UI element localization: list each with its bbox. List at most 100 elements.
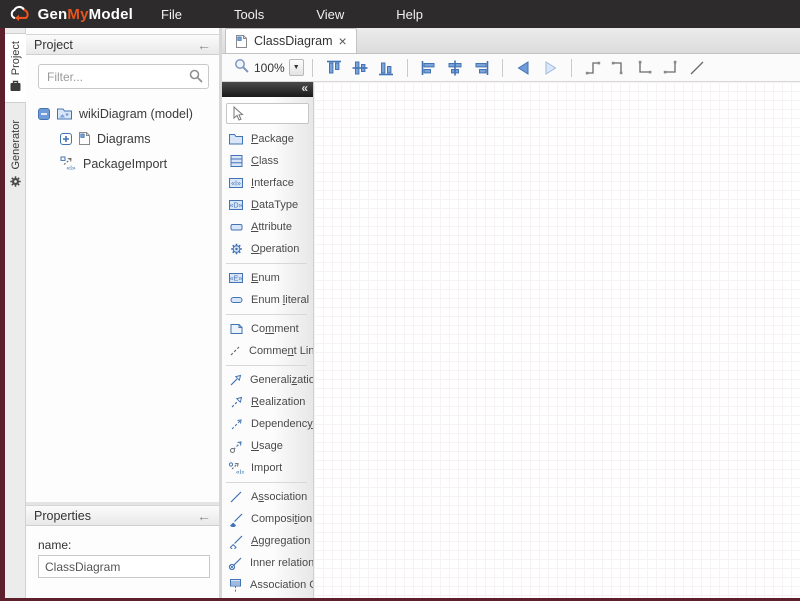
toolbar-separator (312, 59, 313, 77)
selection-tool-button[interactable] (226, 103, 309, 124)
topbar: GenMyModel File Tools View Help (0, 0, 800, 28)
import-icon: «I» (228, 461, 244, 475)
project-tree: wikiDiagram (model) Diagrams «I»PackageImp… (26, 93, 219, 502)
palette-collapse-button[interactable]: « (222, 82, 313, 97)
zoom-dropdown-button[interactable]: ▼ (289, 59, 304, 76)
enum-icon: «E» (228, 271, 244, 285)
palette-item-attribute[interactable]: Attribute (222, 216, 313, 238)
palette-item-label: Usage (251, 440, 283, 452)
tree-collapse-icon[interactable] (38, 108, 50, 120)
tree-node-label: Diagrams (97, 132, 151, 146)
palette-item-usage[interactable]: Usage (222, 435, 313, 457)
palette-item-datatype[interactable]: «D»DataType (222, 194, 313, 216)
interface-icon: «I» (228, 176, 244, 190)
editor-toolbar: 100% ▼ (222, 54, 800, 82)
usage-icon (228, 439, 244, 453)
palette-separator (226, 482, 307, 483)
palette-item-aggregation[interactable]: Aggregation (222, 530, 313, 552)
flip-right-icon[interactable] (539, 57, 561, 79)
diagram-file-icon (78, 131, 91, 146)
menu-tools[interactable]: Tools (234, 7, 264, 22)
palette-item-comment[interactable]: Comment (222, 318, 313, 340)
palette-item-dependency[interactable]: Dependency (222, 413, 313, 435)
inner-relation-icon (228, 556, 243, 571)
diagram-canvas[interactable] (314, 82, 800, 598)
logo-text: GenMyModel (38, 6, 133, 23)
tool-palette: « Package Class «I» Interface «D»DataTypeAtt… (222, 82, 314, 598)
palette-item-composition[interactable]: Composition (222, 508, 313, 530)
filter-input[interactable] (38, 64, 209, 89)
palette-item-inner-relation[interactable]: Inner relation (222, 552, 313, 574)
realization-icon (228, 395, 244, 409)
align-left-icon[interactable] (418, 57, 440, 79)
palette-item-label: Enum literal (251, 294, 309, 306)
diagram-tab-icon (235, 34, 248, 49)
palette-item-association-class[interactable]: Association Cl... (222, 574, 313, 596)
palette-item-label: Interface (251, 177, 294, 189)
palette-item-class[interactable]: Class (222, 150, 313, 172)
palette-item-realization[interactable]: Realization (222, 391, 313, 413)
route-step-icon[interactable] (582, 57, 604, 79)
project-panel-title: Project (34, 38, 73, 52)
align-right-icon[interactable] (470, 57, 492, 79)
align-middle-icon[interactable] (349, 57, 371, 79)
palette-item-label: Comment (251, 323, 299, 335)
palette-item-label: Enum (251, 272, 280, 284)
menu-view[interactable]: View (316, 7, 344, 22)
palette-item-association[interactable]: Association (222, 486, 313, 508)
enum-literal-icon (228, 293, 244, 307)
package-import-icon: «I» (60, 156, 77, 171)
route-corner-icon[interactable] (634, 57, 656, 79)
palette-item-comment-link[interactable]: Comment Link (222, 340, 313, 362)
svg-text:«D»: «D» (230, 203, 243, 210)
collapse-panel-icon[interactable]: ← (197, 509, 211, 523)
package-icon (228, 132, 244, 146)
class-icon (228, 154, 244, 168)
align-bottom-icon[interactable] (375, 57, 397, 79)
palette-item-label: Composition (251, 513, 312, 525)
palette-item-generalization[interactable]: Generalization (222, 369, 313, 391)
tree-row[interactable]: Diagrams (26, 126, 219, 151)
collapse-panel-icon[interactable]: ← (197, 38, 211, 52)
palette-item-enum-literal[interactable]: Enum literal (222, 289, 313, 311)
route-corner-right-icon[interactable] (660, 57, 682, 79)
route-elbow-down-icon[interactable] (608, 57, 630, 79)
tree-row[interactable]: wikiDiagram (model) (26, 101, 219, 126)
composition-icon (228, 512, 244, 527)
association-icon (228, 490, 244, 504)
palette-item-enum[interactable]: «E» Enum (222, 267, 313, 289)
menu-file[interactable]: File (161, 7, 182, 22)
palette-item-label: Import (251, 462, 282, 474)
route-straight-icon[interactable] (686, 57, 708, 79)
sidebar-tab-project[interactable]: Project (5, 33, 26, 103)
flip-left-icon[interactable] (513, 57, 535, 79)
filter-field-wrap (38, 64, 209, 89)
palette-item-label: Class (251, 155, 279, 167)
palette-item-operation[interactable]: Operation (222, 238, 313, 260)
align-top-icon[interactable] (323, 57, 345, 79)
name-field[interactable] (38, 555, 210, 578)
briefcase-icon (9, 80, 22, 96)
menu-help[interactable]: Help (396, 7, 423, 22)
palette-item-label: Package (251, 133, 294, 145)
palette-item-import[interactable]: «I» Import (222, 457, 313, 479)
palette-separator (226, 365, 307, 366)
tree-row[interactable]: «I»PackageImport (26, 151, 219, 176)
palette-item-interface[interactable]: «I» Interface (222, 172, 313, 194)
sidebar-tab-label: Generator (10, 120, 22, 170)
tab-classdiagram[interactable]: ClassDiagram × (225, 28, 357, 53)
name-field-label: name: (38, 538, 207, 552)
collapse-chevrons-icon: « (301, 82, 307, 95)
comment-icon (228, 322, 244, 336)
align-center-icon[interactable] (444, 57, 466, 79)
palette-item-package[interactable]: Package (222, 128, 313, 150)
palette-item-label: Association (251, 491, 307, 503)
model-icon (56, 107, 73, 121)
comment-link-icon (228, 344, 242, 358)
sidebar-tab-generator[interactable]: Generator (5, 113, 26, 198)
close-icon[interactable]: × (339, 34, 347, 48)
aggregation-icon (228, 534, 244, 549)
operation-icon (228, 242, 244, 256)
association-class-icon (228, 578, 243, 593)
tree-expand-icon[interactable] (60, 133, 72, 145)
